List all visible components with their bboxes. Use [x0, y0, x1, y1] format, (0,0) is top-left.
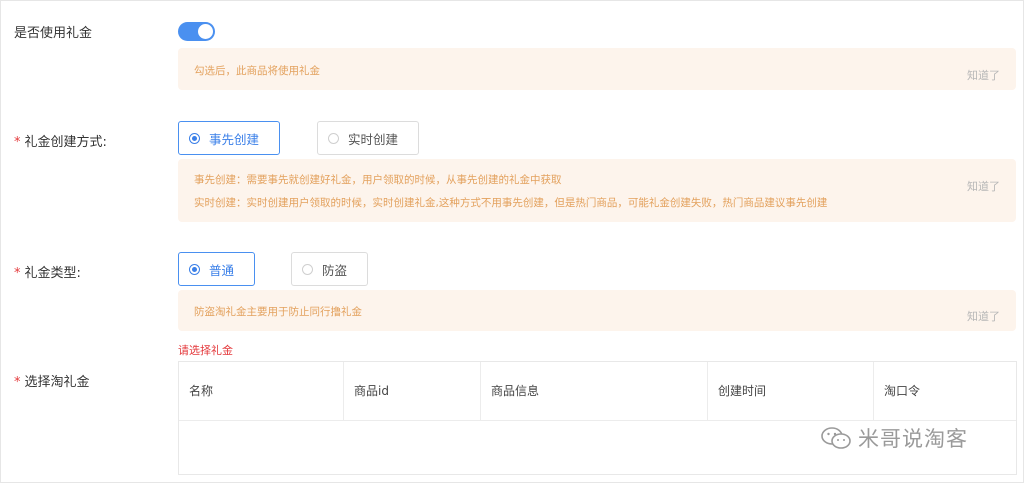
use-gift-label: 是否使用礼金 [14, 26, 93, 41]
toggle-knob [198, 24, 213, 39]
use-gift-notice: 勾选后，此商品将使用礼金 知道了 [178, 48, 1016, 90]
required-mark: * [14, 266, 21, 281]
notice-text: 防盗淘礼金主要用于防止同行撸礼金 [194, 306, 362, 318]
gift-type-label: * 礼金类型: [14, 266, 81, 281]
notice-text: 勾选后，此商品将使用礼金 [194, 65, 320, 77]
radio-pre-create[interactable]: 事先创建 [178, 121, 280, 155]
table-header: 名称 商品id 商品信息 创建时间 淘口令 [179, 362, 1016, 421]
required-mark: * [14, 375, 21, 390]
radio-normal[interactable]: 普通 [178, 252, 255, 286]
column-header-product-info[interactable]: 商品信息 [481, 362, 708, 420]
column-header-created-time[interactable]: 创建时间 [708, 362, 874, 420]
validation-error: 请选择礼金 [178, 344, 233, 357]
column-header-name[interactable]: 名称 [179, 362, 344, 420]
wechat-icon [821, 427, 851, 449]
create-method-label: * 礼金创建方式: [14, 135, 107, 150]
notice-line-1: 事先创建：需要事先就创建好礼金，用户领取的时候，从事先创建的礼金中获取 [194, 174, 562, 186]
radio-unchecked-icon [302, 263, 313, 275]
create-method-notice: 事先创建：需要事先就创建好礼金，用户领取的时候，从事先创建的礼金中获取 实时创建… [178, 159, 1016, 222]
radio-anti-theft[interactable]: 防盗 [291, 252, 368, 286]
radio-checked-icon [189, 263, 200, 275]
gift-table: 名称 商品id 商品信息 创建时间 淘口令 [178, 361, 1017, 475]
gift-type-notice: 防盗淘礼金主要用于防止同行撸礼金 知道了 [178, 290, 1016, 331]
radio-checked-icon [189, 132, 200, 144]
radio-unchecked-icon [328, 132, 339, 144]
use-gift-toggle[interactable] [178, 22, 215, 41]
dismiss-link[interactable]: 知道了 [967, 178, 1000, 194]
notice-line-2: 实时创建：实时创建用户领取的时候，实时创建礼金,这种方式不用事先创建，但是热门商… [194, 197, 828, 209]
column-header-product-id[interactable]: 商品id [344, 362, 481, 420]
dismiss-link[interactable]: 知道了 [967, 308, 1000, 324]
watermark: 米哥说淘客 [820, 423, 968, 453]
radio-realtime-create[interactable]: 实时创建 [317, 121, 419, 155]
dismiss-link[interactable]: 知道了 [967, 67, 1000, 83]
select-gift-label: * 选择淘礼金 [14, 375, 90, 390]
column-header-tao-password[interactable]: 淘口令 [874, 362, 1016, 420]
required-mark: * [14, 135, 21, 150]
watermark-text: 米哥说淘客 [858, 427, 968, 451]
